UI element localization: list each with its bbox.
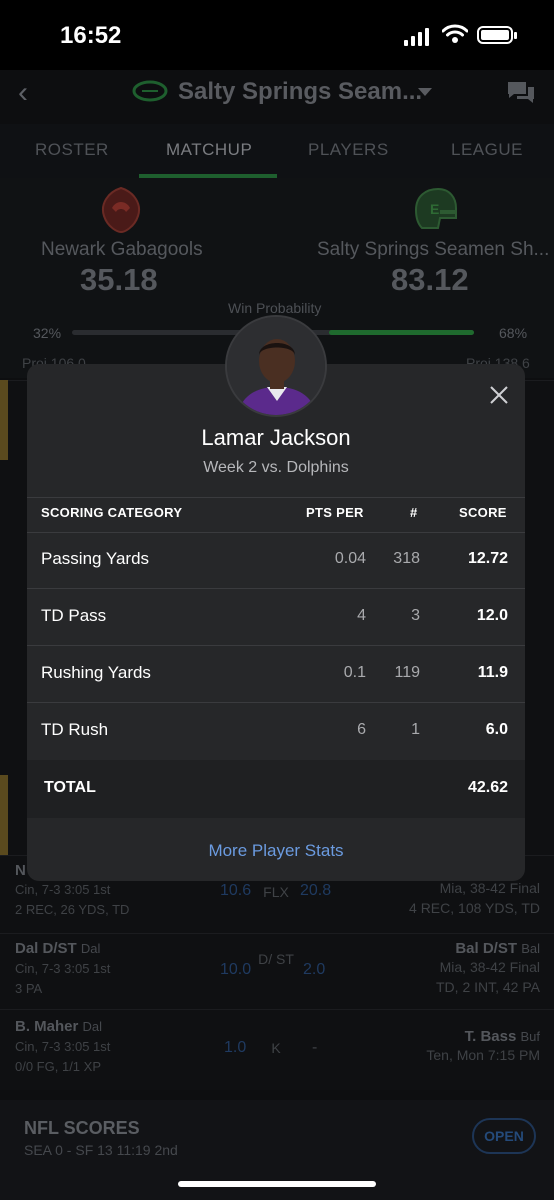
more-player-stats-link[interactable]: More Player Stats (27, 841, 525, 861)
row-count: 3 (411, 607, 420, 624)
svg-text:E: E (430, 201, 439, 217)
row-points: 1.0 (224, 1039, 247, 1056)
row-player-name: N (15, 862, 26, 879)
player-name: Lamar Jackson (201, 425, 351, 450)
wifi-icon (442, 24, 468, 43)
right-team-name: Salty Springs Seamen Sh... (317, 239, 550, 260)
row-score: 11.9 (477, 664, 508, 681)
tab-matchup[interactable]: MATCHUP (166, 140, 252, 160)
row-opp-points: 2.0 (303, 961, 326, 978)
row-opp-name: T. Bass Buf (464, 1028, 540, 1045)
chevron-left-icon[interactable]: ‹ (18, 78, 28, 108)
row-count: 1 (411, 721, 420, 738)
left-team-score: 35.18 (80, 262, 158, 297)
header-scoring-category: SCORING CATEGORY (41, 505, 183, 520)
team-logo-left (102, 186, 140, 234)
row-opp-game: Mia, 38-42 Final (439, 959, 540, 975)
tab-league[interactable]: LEAGUE (451, 140, 523, 160)
row-score: 12.0 (476, 607, 508, 624)
row-slot: D/ ST (258, 951, 294, 967)
row-player-name: B. Maher Dal (15, 1018, 103, 1035)
row-divider (27, 588, 525, 589)
player-week-opponent: Week 2 vs. Dolphins (203, 459, 349, 476)
row-score: 12.72 (467, 550, 508, 567)
row-slot: FLX (263, 884, 289, 900)
open-scores-button[interactable]: OPEN (472, 1118, 536, 1154)
row-count: 318 (393, 550, 420, 567)
row-pts-per: 0.04 (334, 550, 366, 567)
left-win-pct: 32% (33, 325, 62, 341)
close-icon[interactable] (490, 386, 508, 404)
row-category: TD Pass (41, 606, 107, 625)
row-player-name: Dal D/ST Dal (15, 940, 101, 957)
row-stats: 3 PA (15, 981, 43, 996)
row-count: 119 (394, 664, 420, 681)
row-pts-per: 6 (357, 721, 366, 738)
row-opp-points: 20.8 (300, 882, 332, 899)
row-points: 10.0 (220, 961, 252, 978)
team-logo-right: E (414, 187, 457, 229)
right-win-pct: 68% (499, 325, 528, 341)
row-pts-per: 0.1 (343, 664, 366, 681)
home-indicator[interactable] (178, 1181, 376, 1187)
row-opp-game: Mia, 38-42 Final (439, 880, 540, 896)
player-avatar (225, 315, 327, 417)
row-game-info: Cin, 7-3 3:05 1st (15, 961, 111, 976)
row-category: Rushing Yards (41, 663, 151, 682)
header-pts-per: PTS PER (306, 505, 364, 520)
row-slot: K (271, 1040, 281, 1056)
chat-icon[interactable] (506, 80, 536, 106)
row-category: Passing Yards (41, 549, 150, 568)
row-stats: 0/0 FG, 1/1 XP (15, 1059, 101, 1074)
football-icon (132, 80, 168, 102)
row-divider (27, 645, 525, 646)
row-opp-name: Bal D/ST Bal (455, 940, 540, 957)
row-edge (0, 775, 8, 855)
nfl-scores-title: NFL SCORES (24, 1118, 140, 1138)
total-label: TOTAL (44, 779, 96, 796)
tab-players[interactable]: PLAYERS (308, 140, 389, 160)
right-team-score: 83.12 (391, 262, 469, 297)
row-opp-points: - (312, 1039, 318, 1056)
win-probability-label: Win Probability (228, 300, 322, 316)
total-value: 42.62 (467, 779, 508, 796)
chevron-down-icon[interactable] (418, 88, 432, 96)
row-pts-per: 4 (357, 607, 366, 624)
row-opp-stats: TD, 2 INT, 42 PA (436, 979, 540, 995)
win-probability-fill (329, 330, 474, 335)
signal-icon (404, 28, 429, 46)
league-title[interactable]: Salty Springs Seam... (178, 78, 422, 106)
row-score: 6.0 (485, 721, 508, 738)
row-edge (0, 380, 8, 460)
row-opp-game: Ten, Mon 7:15 PM (426, 1047, 540, 1063)
row-category: TD Rush (41, 720, 109, 739)
status-time: 16:52 (60, 22, 122, 49)
row-stats: 2 REC, 26 YDS, TD (15, 902, 130, 917)
left-team-name: Newark Gabagools (41, 239, 203, 260)
row-points: 10.6 (220, 882, 252, 899)
battery-icon (477, 26, 517, 44)
row-divider (27, 702, 525, 703)
nfl-scores-game: SEA 0 - SF 13 11:19 2nd (24, 1142, 178, 1158)
header-score: SCORE (459, 505, 507, 520)
row-opp-stats: 4 REC, 108 YDS, TD (409, 900, 540, 916)
header-count: # (410, 505, 418, 520)
row-game-info: Cin, 7-3 3:05 1st (15, 882, 111, 897)
tab-roster[interactable]: ROSTER (35, 140, 109, 160)
row-game-info: Cin, 7-3 3:05 1st (15, 1039, 111, 1054)
